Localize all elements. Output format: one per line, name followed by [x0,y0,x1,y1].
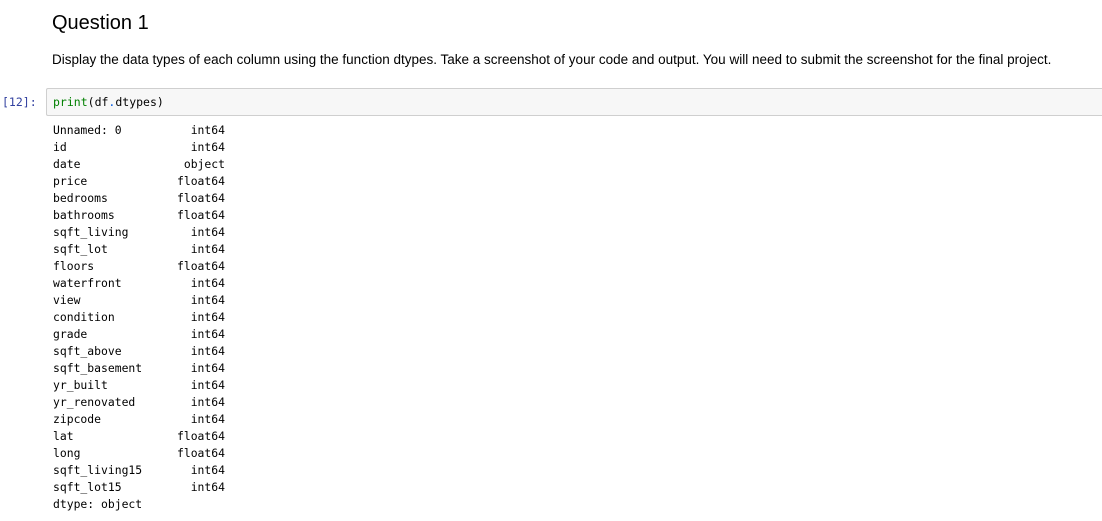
output-dtype: int64 [190,293,225,307]
output-dtype: float64 [176,208,225,222]
output-column-name: price [53,174,88,188]
output-rows: Unnamed: 0 int64 id int64 date object price flo… [53,122,225,496]
output-row: floors float64 [53,258,225,275]
code-object: df [94,95,109,109]
output-dtype: float64 [176,429,225,443]
output-row: sqft_above int64 [53,343,225,360]
output-row: view int64 [53,292,225,309]
code-attribute: dtypes [115,95,157,109]
output-dtype: int64 [190,310,225,324]
output-column-name: waterfront [53,276,122,290]
output-dtype: float64 [176,191,225,205]
output-row: bedrooms float64 [53,190,225,207]
output-column-name: long [53,446,81,460]
code-close-paren: ) [156,95,164,109]
output-row: sqft_living int64 [53,224,225,241]
output-dtype: int64 [190,344,225,358]
output-row: yr_renovated int64 [53,394,225,411]
output-column-name: yr_renovated [53,395,136,409]
output-row: sqft_living15 int64 [53,462,225,479]
cell-prompt: [12]: [2,95,37,109]
output-column-name: lat [53,429,74,443]
output-column-name: sqft_living15 [53,463,143,477]
output-row: sqft_basement int64 [53,360,225,377]
output-column-name: sqft_lot15 [53,480,122,494]
output-dtype: int64 [190,242,225,256]
output-column-name: id [53,140,67,154]
output-dtype: int64 [190,463,225,477]
output-dtype: int64 [190,276,225,290]
output-column-name: sqft_basement [53,361,143,375]
output-column-name: sqft_above [53,344,122,358]
output-dtype: int64 [190,361,225,375]
code-input-area[interactable]: print(df.dtypes) [46,88,1102,116]
cell-output: Unnamed: 0 int64 id int64 date object price flo… [53,122,225,513]
output-row: waterfront int64 [53,275,225,292]
output-column-name: condition [53,310,115,324]
output-column-name: yr_built [53,378,108,392]
output-row: bathrooms float64 [53,207,225,224]
output-dtype: float64 [176,259,225,273]
output-column-name: Unnamed: 0 [53,123,122,137]
output-column-name: view [53,293,81,307]
output-dtype: int64 [190,395,225,409]
code-open-paren: ( [87,95,95,109]
output-row: grade int64 [53,326,225,343]
output-row: zipcode int64 [53,411,225,428]
output-dtype: int64 [190,378,225,392]
output-row: yr_built int64 [53,377,225,394]
output-row: price float64 [53,173,225,190]
output-dtype: object [183,157,225,171]
output-dtype: float64 [176,174,225,188]
output-column-name: grade [53,327,88,341]
output-column-name: bathrooms [53,208,115,222]
output-row: long float64 [53,445,225,462]
output-row: sqft_lot int64 [53,241,225,258]
output-row: date object [53,156,225,173]
code-func: print [53,95,88,109]
question-heading: Question 1 [52,12,149,34]
output-row: lat float64 [53,428,225,445]
output-row: id int64 [53,139,225,156]
output-dtype: int64 [190,480,225,494]
output-column-name: date [53,157,81,171]
output-dtype: int64 [190,140,225,154]
output-dtype: int64 [190,412,225,426]
output-row: sqft_lot15 int64 [53,479,225,496]
output-column-name: sqft_lot [53,242,108,256]
output-column-name: zipcode [53,412,102,426]
output-column-name: sqft_living [53,225,129,239]
output-row: Unnamed: 0 int64 [53,122,225,139]
output-footer: dtype: object [53,497,143,511]
output-column-name: bedrooms [53,191,108,205]
output-dtype: int64 [190,225,225,239]
output-column-name: floors [53,259,95,273]
output-dtype: int64 [190,123,225,137]
output-row: condition int64 [53,309,225,326]
question-description: Display the data types of each column us… [52,52,1052,67]
output-dtype: int64 [190,327,225,341]
output-dtype: float64 [176,446,225,460]
